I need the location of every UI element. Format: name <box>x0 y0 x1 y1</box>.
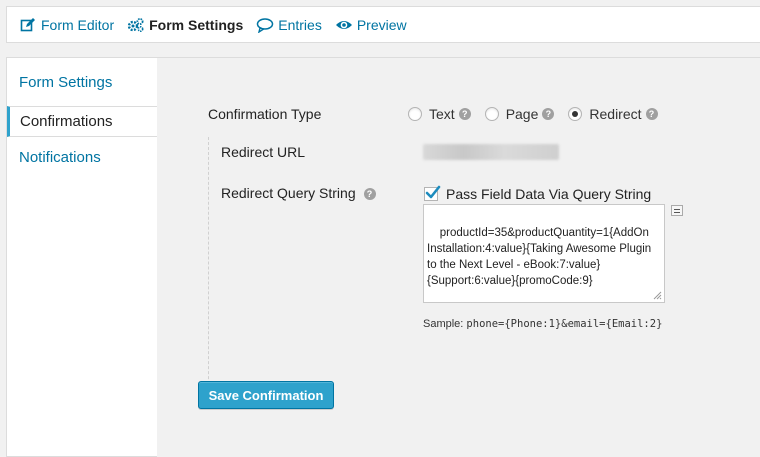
radio-option-redirect[interactable]: Redirect ? <box>568 106 658 122</box>
settings-sidebar: Form Settings Confirmations Notification… <box>6 57 158 457</box>
help-icon[interactable]: ? <box>645 108 658 120</box>
redirect-url-input[interactable] <box>423 144 559 160</box>
eye-icon <box>335 17 353 33</box>
merge-tag-icon[interactable] <box>671 205 683 216</box>
edit-icon <box>19 17 37 33</box>
resize-grip-icon[interactable] <box>653 291 662 300</box>
query-string-textarea[interactable]: productId=35&productQuantity=1{AddOn Ins… <box>423 204 665 303</box>
toolbar-form-settings-label: Form Settings <box>149 16 244 33</box>
toolbar-form-editor-link[interactable]: Form Editor <box>19 17 114 33</box>
form-toolbar: Form Editor Form Settings Entries Previe… <box>6 6 760 43</box>
gears-icon <box>127 17 145 33</box>
confirmation-settings-panel: Confirmation Type Text ? Page ? Redirect… <box>157 57 760 457</box>
toolbar-form-editor-label: Form Editor <box>41 16 115 33</box>
confirmation-type-radio-group: Text ? Page ? Redirect ? <box>408 106 672 122</box>
toolbar-entries-label: Entries <box>278 16 322 33</box>
pass-field-data-label: Pass Field Data Via Query String <box>446 186 652 202</box>
toolbar-preview-label: Preview <box>356 16 407 33</box>
toolbar-preview-link[interactable]: Preview <box>335 17 407 33</box>
section-divider <box>208 137 209 399</box>
help-icon[interactable]: ? <box>542 108 555 120</box>
radio-text[interactable] <box>408 107 422 121</box>
radio-redirect[interactable] <box>568 107 583 121</box>
radio-option-text[interactable]: Text ? <box>408 106 471 122</box>
radio-page[interactable] <box>484 107 499 121</box>
pass-field-data-row: Pass Field Data Via Query String <box>424 185 652 202</box>
toolbar-entries-link[interactable]: Entries <box>256 17 322 33</box>
radio-page-label: Page <box>505 106 539 122</box>
sidebar-item-form-settings[interactable]: Form Settings <box>7 58 157 106</box>
radio-text-label: Text <box>429 106 455 122</box>
sidebar-item-label: Notifications <box>19 148 101 166</box>
sample-hint: Sample: phone={Phone:1}&email={Email:2} <box>423 318 662 330</box>
help-icon[interactable]: ? <box>363 188 376 200</box>
toolbar-form-settings-link[interactable]: Form Settings <box>127 17 243 33</box>
query-string-value: productId=35&productQuantity=1{AddOn Ins… <box>427 227 655 287</box>
redirect-query-string-label: Redirect Query String ? <box>221 185 376 201</box>
pass-field-data-checkbox[interactable] <box>424 185 441 201</box>
sidebar-item-notifications[interactable]: Notifications <box>7 137 157 177</box>
redirect-query-string-text: Redirect Query String <box>221 185 356 201</box>
redirect-url-label: Redirect URL <box>221 144 306 160</box>
sidebar-item-label: Confirmations <box>20 113 113 130</box>
sidebar-item-confirmations[interactable]: Confirmations <box>7 106 157 137</box>
confirmation-type-label: Confirmation Type <box>208 106 322 122</box>
radio-redirect-label: Redirect <box>589 106 642 122</box>
sample-prefix: Sample: <box>423 318 464 330</box>
radio-option-page[interactable]: Page ? <box>484 106 555 122</box>
sidebar-item-label: Form Settings <box>19 73 113 91</box>
comment-icon <box>256 17 274 33</box>
sample-value: phone={Phone:1}&email={Email:2} <box>466 318 663 330</box>
save-confirmation-button[interactable]: Save Confirmation <box>198 381 334 409</box>
help-icon[interactable]: ? <box>458 108 471 120</box>
